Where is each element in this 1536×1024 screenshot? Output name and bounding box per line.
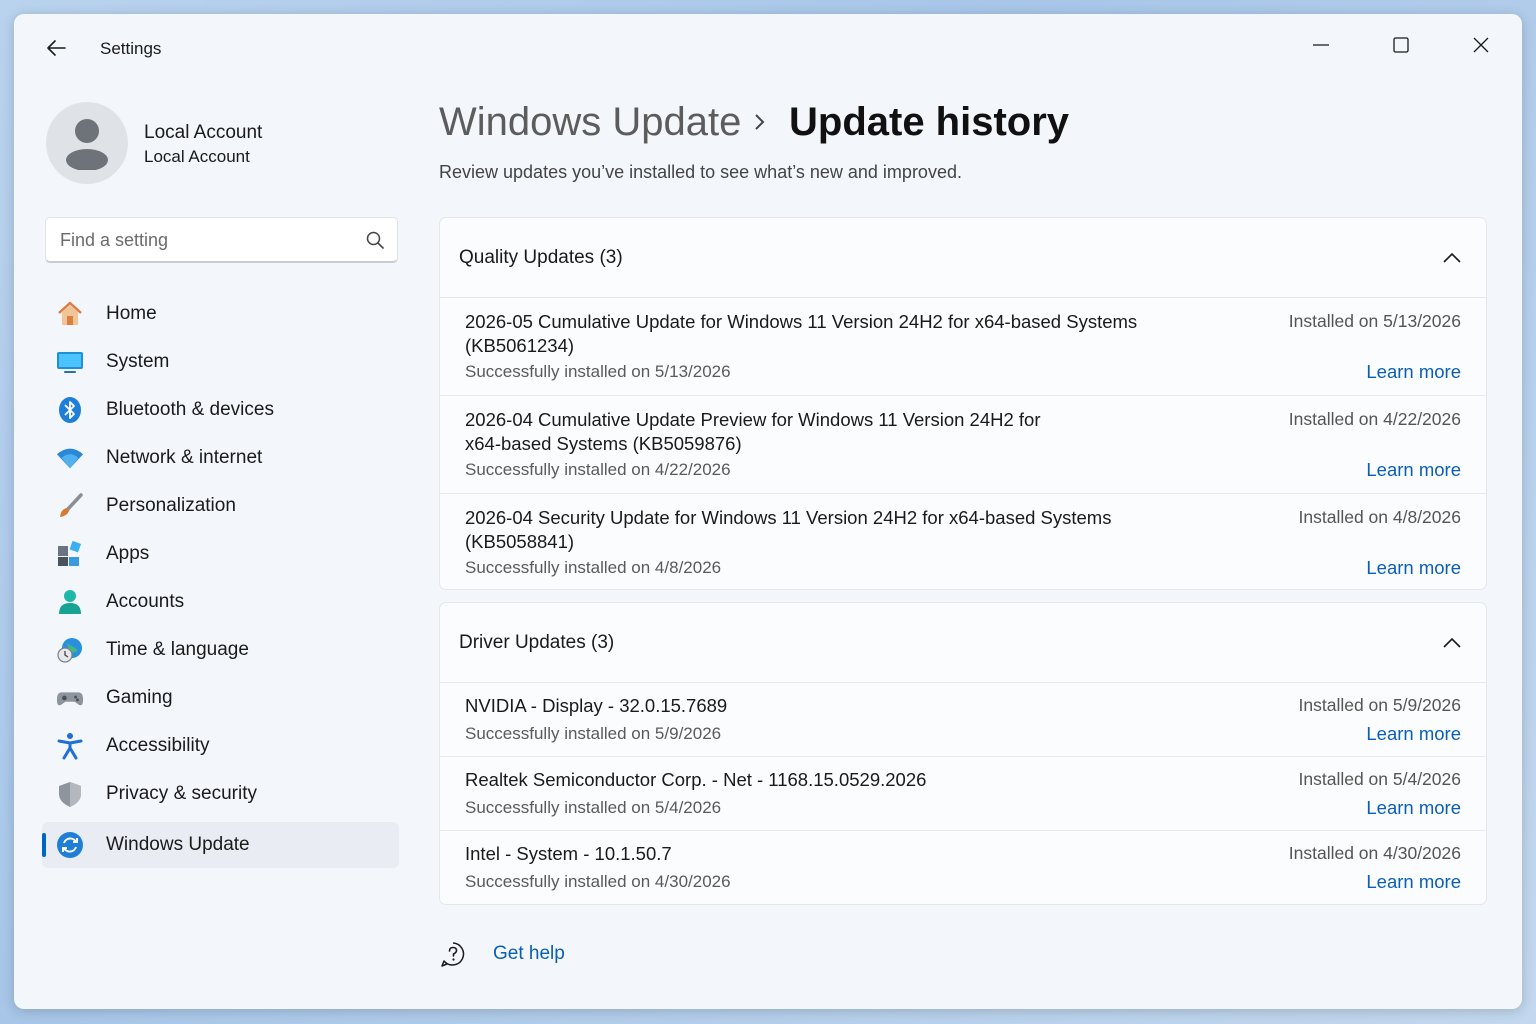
wifi-icon bbox=[56, 444, 84, 472]
update-row: Intel - System - 10.1.50.7 Successfully … bbox=[440, 831, 1486, 904]
shield-icon bbox=[56, 780, 84, 808]
bluetooth-icon bbox=[56, 396, 84, 424]
update-name: 2026-04 Security Update for Windows 11 V… bbox=[465, 507, 1112, 552]
update-status: Successfully installed on 5/4/2026 bbox=[465, 798, 722, 817]
home-icon bbox=[56, 300, 84, 328]
maximize-button[interactable] bbox=[1378, 28, 1424, 62]
sidebar-nav: Home System Bluetooth & devices Network … bbox=[42, 290, 399, 868]
update-status: Successfully installed on 4/30/2026 bbox=[465, 872, 731, 891]
page-title: Update history bbox=[789, 100, 1070, 144]
search-box bbox=[45, 217, 398, 263]
sidebar-item-accessibility[interactable]: Accessibility bbox=[42, 722, 399, 770]
close-icon bbox=[1473, 37, 1489, 53]
update-name: NVIDIA - Display - 32.0.15.7689 bbox=[465, 695, 728, 716]
install-date: Installed on 4/22/2026 bbox=[1288, 409, 1461, 429]
update-row: 2026-05 Cumulative Update for Windows 11… bbox=[440, 298, 1486, 396]
sidebar-item-label: Bluetooth & devices bbox=[106, 399, 274, 420]
breadcrumb-parent[interactable]: Windows Update bbox=[439, 100, 741, 145]
install-date: Installed on 5/13/2026 bbox=[1288, 311, 1461, 331]
install-date: Installed on 5/9/2026 bbox=[1298, 695, 1462, 715]
sidebar-item-apps[interactable]: Apps bbox=[42, 530, 399, 578]
profile-account-type: Local Account bbox=[144, 147, 250, 166]
update-row: 2026-04 Cumulative Update Preview for Wi… bbox=[440, 396, 1486, 494]
sidebar-item-label: Gaming bbox=[106, 687, 173, 708]
back-button[interactable] bbox=[42, 34, 70, 62]
globe-clock-icon bbox=[56, 636, 84, 664]
sidebar-item-label: Personalization bbox=[106, 495, 236, 516]
accessibility-icon bbox=[56, 732, 84, 760]
learn-more-link[interactable]: Learn more bbox=[1366, 797, 1461, 819]
sidebar-item-privacy-security[interactable]: Privacy & security bbox=[42, 770, 399, 818]
chevron-right-icon bbox=[755, 114, 765, 130]
search-icon[interactable] bbox=[365, 230, 385, 250]
driver-updates-card: Driver Updates (3) NVIDIA - Display - 32… bbox=[439, 602, 1487, 905]
install-date: Installed on 4/8/2026 bbox=[1298, 507, 1462, 527]
learn-more-link[interactable]: Learn more bbox=[1366, 723, 1461, 745]
update-name: Intel - System - 10.1.50.7 bbox=[465, 843, 672, 864]
sidebar-item-home[interactable]: Home bbox=[42, 290, 399, 338]
get-help-link[interactable]: Get help bbox=[439, 940, 565, 968]
settings-window: Settings Local Account Local Account Fin… bbox=[14, 14, 1522, 1009]
update-name: 2026-05 Cumulative Update for Windows 11… bbox=[465, 311, 1138, 356]
system-icon bbox=[56, 348, 84, 376]
section-title: Driver Updates (3) bbox=[459, 631, 615, 653]
sidebar-item-personalization[interactable]: Personalization bbox=[42, 482, 399, 530]
driver-updates-header[interactable]: Driver Updates (3) bbox=[440, 603, 1486, 683]
profile-name: Local Account bbox=[144, 122, 263, 143]
learn-more-link[interactable]: Learn more bbox=[1366, 557, 1461, 579]
sidebar-item-gaming[interactable]: Gaming bbox=[42, 674, 399, 722]
minimize-button[interactable] bbox=[1298, 28, 1344, 62]
back-arrow-icon bbox=[47, 40, 66, 56]
quality-updates-header[interactable]: Quality Updates (3) bbox=[440, 218, 1486, 298]
update-icon bbox=[56, 831, 84, 859]
close-button[interactable] bbox=[1458, 28, 1504, 62]
chevron-up-icon[interactable] bbox=[1440, 631, 1464, 655]
sidebar-item-label: Accounts bbox=[106, 591, 185, 612]
minimize-icon bbox=[1313, 44, 1329, 46]
sidebar-item-label: Time & language bbox=[106, 639, 249, 660]
sidebar-item-label: Windows Update bbox=[106, 834, 250, 855]
update-name: 2026-04 Cumulative Update Preview for Wi… bbox=[465, 409, 1041, 454]
sidebar-item-label: Network & internet bbox=[106, 447, 263, 468]
accounts-icon bbox=[56, 588, 84, 616]
sidebar-item-label: System bbox=[106, 351, 170, 372]
update-status: Successfully installed on 5/9/2026 bbox=[465, 724, 722, 743]
update-row: Realtek Semiconductor Corp. - Net - 1168… bbox=[440, 757, 1486, 831]
maximize-icon bbox=[1393, 37, 1409, 53]
help-icon bbox=[441, 942, 465, 967]
search-input[interactable] bbox=[60, 218, 360, 262]
sidebar-item-accounts[interactable]: Accounts bbox=[42, 578, 399, 626]
avatar[interactable] bbox=[46, 102, 128, 184]
section-title: Quality Updates (3) bbox=[459, 246, 623, 268]
update-status: Successfully installed on 4/22/2026 bbox=[465, 460, 731, 479]
sidebar-item-label: Home bbox=[106, 303, 157, 324]
brush-icon bbox=[56, 492, 84, 520]
learn-more-link[interactable]: Learn more bbox=[1366, 361, 1461, 383]
get-help-label: Get help bbox=[493, 943, 565, 964]
sidebar-item-bluetooth[interactable]: Bluetooth & devices bbox=[42, 386, 399, 434]
sidebar-item-label: Accessibility bbox=[106, 735, 210, 756]
page-subtitle: Review updates you’ve installed to see w… bbox=[439, 162, 962, 182]
update-name: Realtek Semiconductor Corp. - Net - 1168… bbox=[465, 769, 927, 790]
chevron-up-icon[interactable] bbox=[1440, 246, 1464, 270]
sidebar-item-label: Apps bbox=[106, 543, 150, 564]
user-icon bbox=[66, 119, 108, 170]
apps-icon bbox=[56, 540, 84, 568]
sidebar-item-windows-update[interactable]: Windows Update bbox=[42, 822, 399, 868]
update-status: Successfully installed on 5/13/2026 bbox=[465, 362, 731, 381]
sidebar-item-system[interactable]: System bbox=[42, 338, 399, 386]
install-date: Installed on 4/30/2026 bbox=[1288, 843, 1461, 863]
app-title: Settings bbox=[100, 39, 162, 58]
sidebar-item-time-language[interactable]: Time & language bbox=[42, 626, 399, 674]
update-status: Successfully installed on 4/8/2026 bbox=[465, 558, 722, 577]
update-row: NVIDIA - Display - 32.0.15.7689 Successf… bbox=[440, 683, 1486, 757]
sidebar-item-network[interactable]: Network & internet bbox=[42, 434, 399, 482]
learn-more-link[interactable]: Learn more bbox=[1366, 871, 1461, 893]
gamepad-icon bbox=[56, 684, 84, 712]
learn-more-link[interactable]: Learn more bbox=[1366, 459, 1461, 481]
install-date: Installed on 5/4/2026 bbox=[1298, 769, 1462, 789]
sidebar-item-label: Privacy & security bbox=[106, 783, 257, 804]
update-row: 2026-04 Security Update for Windows 11 V… bbox=[440, 494, 1486, 589]
quality-updates-card: Quality Updates (3) 2026-05 Cumulative U… bbox=[439, 217, 1487, 590]
